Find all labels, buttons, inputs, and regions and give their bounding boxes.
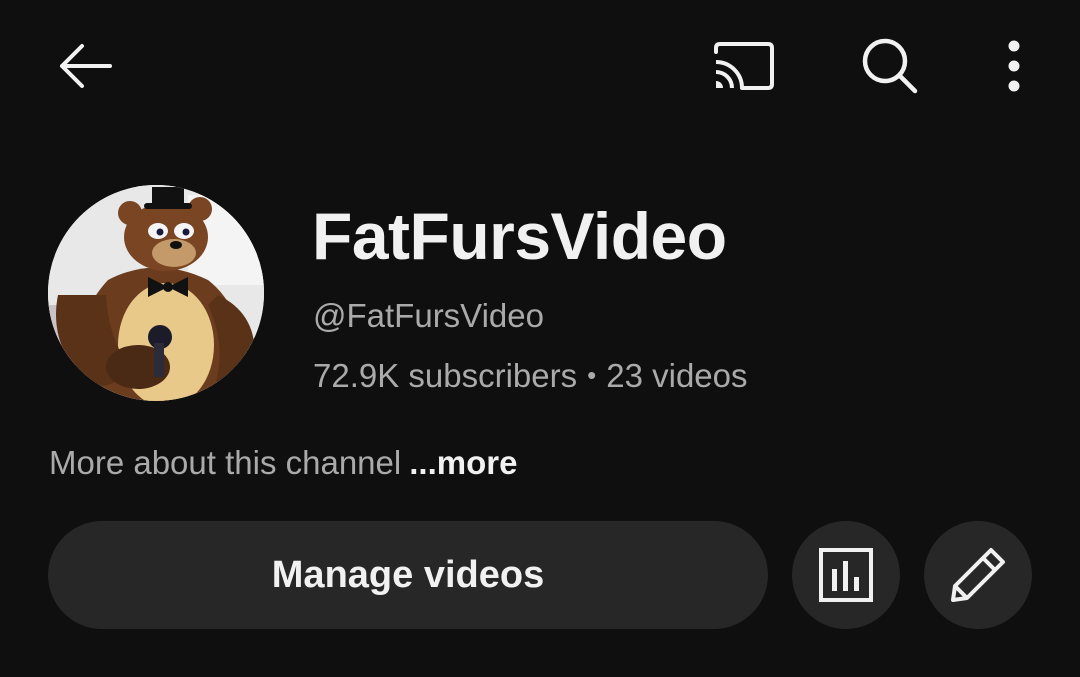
- more-link[interactable]: ...more: [401, 444, 517, 481]
- search-icon: [862, 38, 918, 94]
- arrow-back-icon: [60, 44, 112, 88]
- channel-description: More about this channel: [49, 444, 402, 481]
- manage-videos-button[interactable]: Manage videos: [48, 521, 768, 629]
- subscriber-count: 72.9K subscribers: [313, 357, 578, 394]
- channel-avatar[interactable]: [48, 185, 264, 401]
- back-button[interactable]: [44, 28, 124, 104]
- edit-channel-button[interactable]: [924, 521, 1032, 629]
- cast-button[interactable]: [704, 30, 784, 102]
- channel-description-row[interactable]: More about this channel ...more: [49, 442, 517, 484]
- pencil-icon: [951, 548, 1005, 602]
- more-options-button[interactable]: [984, 28, 1044, 104]
- more-vert-icon: [1008, 40, 1020, 92]
- channel-stats: 72.9K subscribers • 23 videos: [313, 356, 748, 398]
- analytics-icon: [819, 548, 873, 602]
- search-button[interactable]: [850, 28, 930, 104]
- stats-separator: •: [587, 360, 597, 390]
- cast-icon: [714, 42, 774, 90]
- channel-name: FatFursVideo: [312, 199, 727, 273]
- bear-mascot-avatar-image: [48, 185, 264, 401]
- channel-page: FatFursVideo @FatFursVideo 72.9K subscri…: [0, 0, 1080, 677]
- video-count: 23 videos: [606, 357, 748, 394]
- manage-videos-label: Manage videos: [271, 553, 545, 596]
- channel-handle: @FatFursVideo: [313, 297, 544, 334]
- analytics-button[interactable]: [792, 521, 900, 629]
